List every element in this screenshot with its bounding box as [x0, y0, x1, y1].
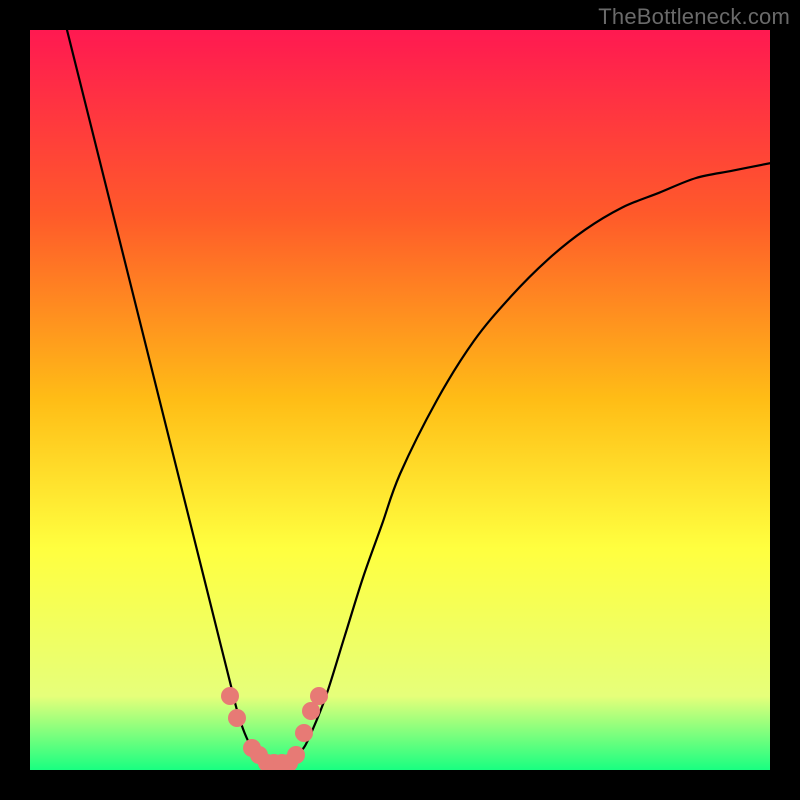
plot-area — [30, 30, 770, 770]
curve-dot — [228, 709, 246, 727]
bottleneck-curve-svg — [30, 30, 770, 770]
curve-dot — [295, 724, 313, 742]
bottleneck-curve-path — [67, 30, 770, 763]
chart-frame: TheBottleneck.com — [0, 0, 800, 800]
curve-dot — [287, 746, 305, 764]
curve-dot — [221, 687, 239, 705]
watermark-text: TheBottleneck.com — [598, 4, 790, 30]
curve-dot — [310, 687, 328, 705]
